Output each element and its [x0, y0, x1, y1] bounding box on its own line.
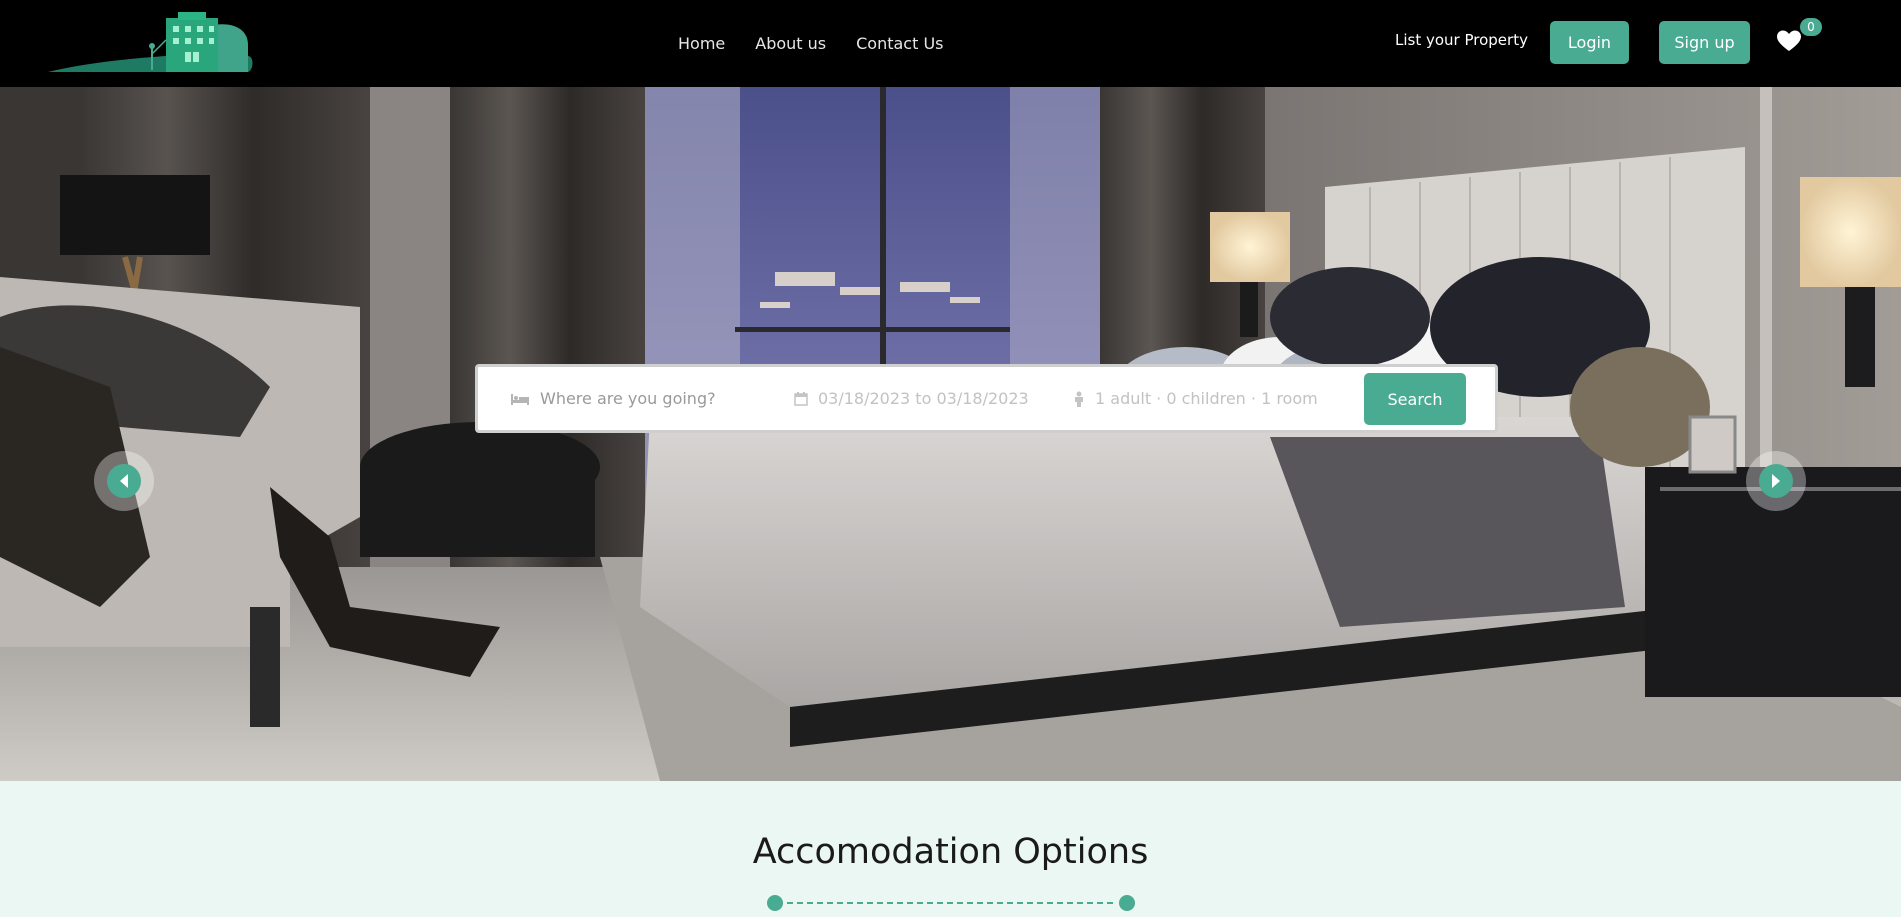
bed-icon [511, 393, 529, 405]
favorites-count-badge: 0 [1800, 18, 1822, 36]
carousel-prev-button[interactable] [94, 451, 154, 511]
nav-about-link[interactable]: About us [755, 34, 826, 53]
hero-carousel [0, 87, 1901, 781]
destination-placeholder: Where are you going? [540, 389, 716, 408]
hotel-logo[interactable] [48, 10, 253, 74]
hero-bedroom-image [0, 87, 1901, 781]
navbar: Home About us Contact Us List your Prope… [0, 0, 1901, 87]
chevron-right-icon [1772, 474, 1780, 488]
carousel-next-button[interactable] [1746, 451, 1806, 511]
destination-field[interactable]: Where are you going? [510, 367, 760, 430]
person-icon [1075, 391, 1083, 407]
guests-value: 1 adult · 0 children · 1 room [1095, 389, 1318, 408]
list-property-link[interactable]: List your Property [1395, 31, 1528, 49]
heart-icon[interactable] [1777, 30, 1801, 52]
calendar-icon [794, 392, 808, 406]
section-title: Accomodation Options [752, 832, 1149, 872]
nav-contact-link[interactable]: Contact Us [856, 34, 943, 53]
search-bar: Where are you going? 03/18/2023 to 03/18… [475, 364, 1498, 433]
section-divider [767, 895, 1135, 911]
nav-home-link[interactable]: Home [678, 34, 725, 53]
login-button[interactable]: Login [1550, 21, 1629, 64]
date-range-field[interactable]: 03/18/2023 to 03/18/2023 [794, 367, 1054, 430]
signup-button[interactable]: Sign up [1659, 21, 1750, 64]
guests-field[interactable]: 1 adult · 0 children · 1 room [1073, 367, 1333, 430]
nav-links: Home About us Contact Us [678, 0, 944, 87]
chevron-left-icon [120, 474, 128, 488]
date-range-value: 03/18/2023 to 03/18/2023 [818, 389, 1029, 408]
search-button[interactable]: Search [1364, 373, 1466, 425]
